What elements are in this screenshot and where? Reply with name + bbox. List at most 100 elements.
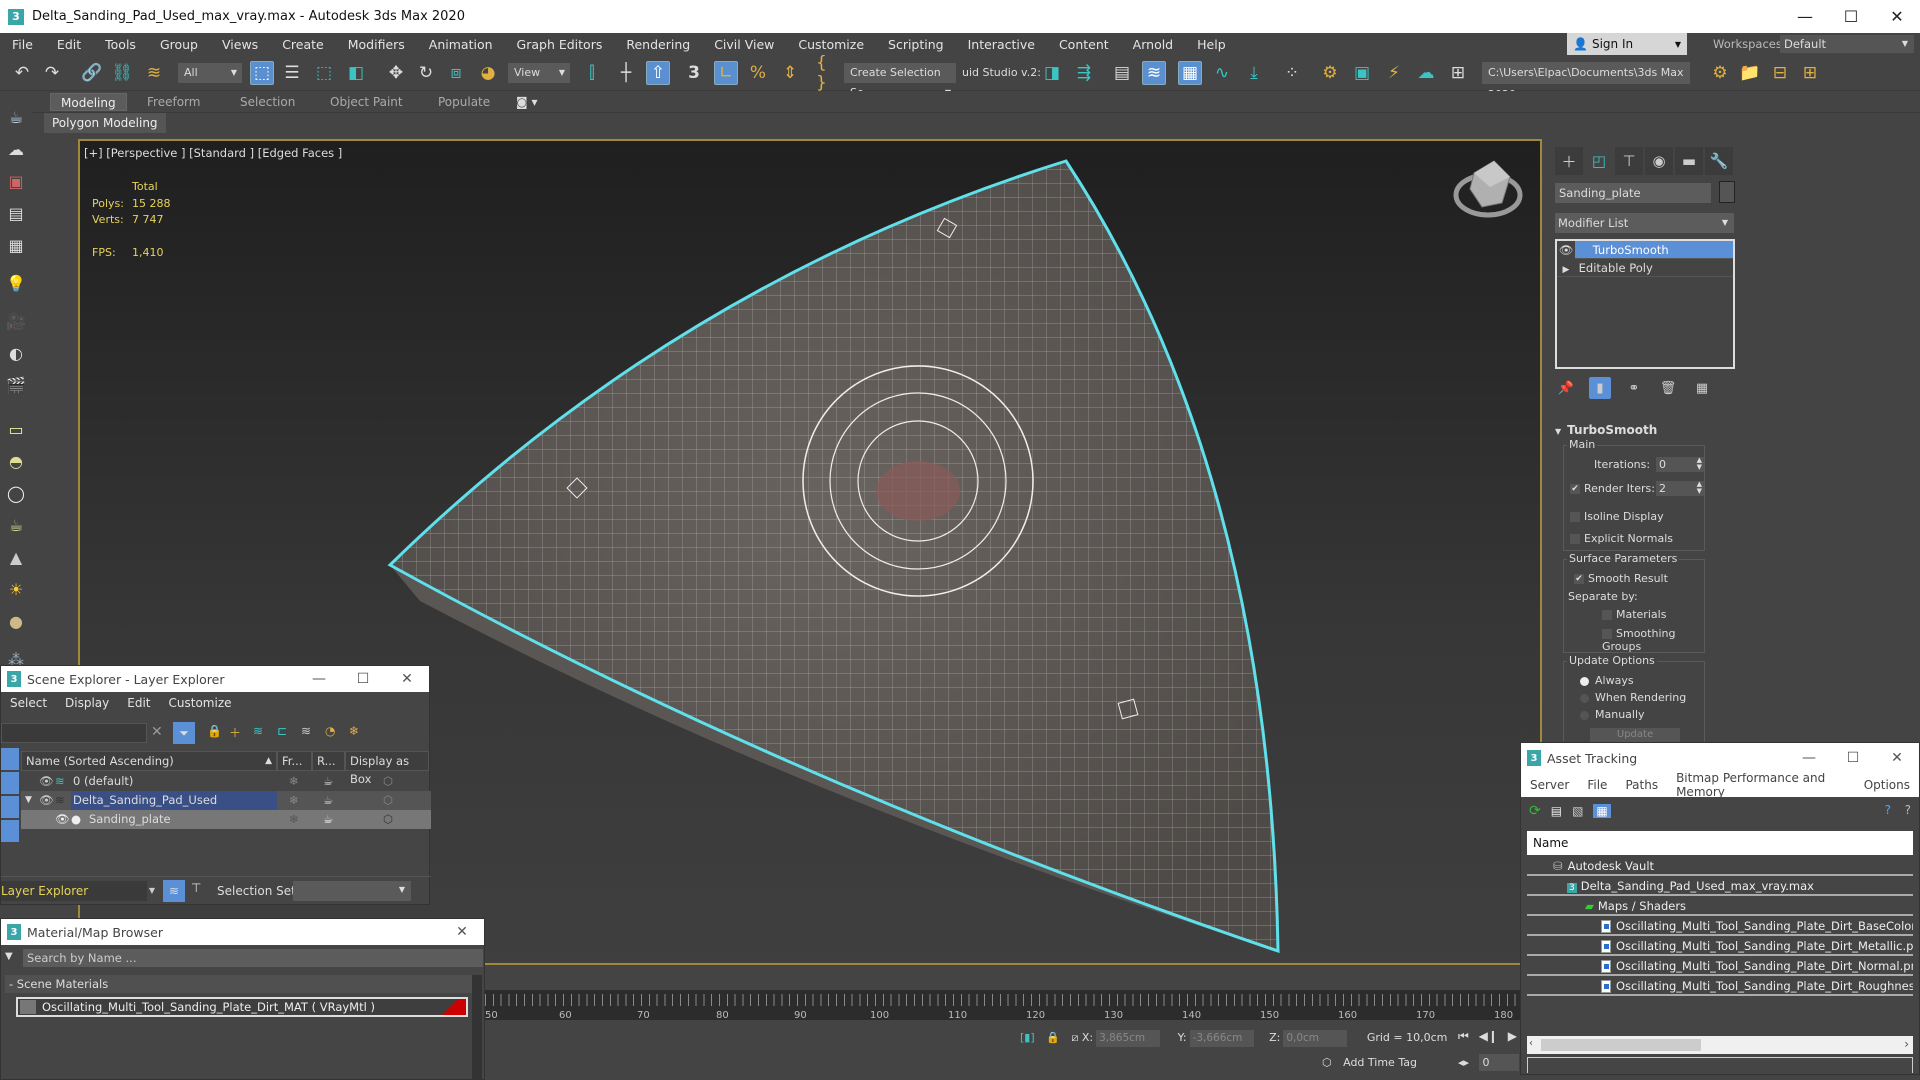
menu-edit[interactable]: Edit (45, 37, 93, 52)
box-icon[interactable]: ⬡ (383, 791, 393, 810)
renderable-teapot-icon[interactable]: ☕ (323, 810, 333, 829)
curve-editor-icon[interactable]: ∿ (1210, 61, 1234, 85)
y-coordinate-field[interactable]: -3,666cm (1189, 1030, 1254, 1047)
menu-customize[interactable]: Customize (786, 37, 876, 52)
undo-icon[interactable]: ↶ (10, 61, 34, 85)
display-shapes-icon[interactable] (1, 772, 19, 794)
align-icon[interactable]: ⇶ (1072, 61, 1096, 85)
close-button[interactable]: ✕ (440, 919, 484, 945)
select-manipulate-icon[interactable]: ┼ (614, 61, 638, 85)
rollout-header[interactable]: ▼ TurboSmooth (1555, 423, 1657, 437)
modifier-list-dropdown[interactable]: Modifier List ▼ (1555, 213, 1734, 233)
teapot-icon[interactable]: ☕ (4, 105, 28, 129)
asset-row[interactable]: ⛁ Autodesk Vault (1527, 857, 1913, 876)
add-to-layer-icon[interactable]: ≋ (253, 724, 263, 738)
project-tree-icon[interactable]: ⊞ (1798, 61, 1822, 85)
when-rendering-radio[interactable]: When Rendering (1580, 691, 1686, 704)
column-name[interactable]: Name (Sorted Ascending) ▲ (21, 751, 277, 771)
hierarchy-tab-icon[interactable]: ⊤ (1615, 147, 1643, 175)
scroll-left-icon[interactable]: ‹ (1529, 1038, 1533, 1049)
rendered-frame-window-icon[interactable]: ▣ (1350, 61, 1374, 85)
timeline[interactable]: 50 60 70 80 90 100 110 120 130 140 150 1… (485, 990, 1520, 1021)
motion-tab-icon[interactable]: ◉ (1645, 147, 1673, 175)
maximize-button[interactable]: ☐ (341, 666, 385, 692)
pivot-center-icon[interactable]: ⫿ (580, 61, 604, 85)
list-view-icon[interactable]: ▤ (1551, 804, 1562, 818)
layer-row[interactable]: 👁 ≋ 0 (default) ❄ ☕ ⬡ (21, 772, 431, 791)
close-button[interactable]: ✕ (1875, 743, 1919, 773)
ies-light-icon[interactable]: ▲ (4, 545, 28, 569)
menu-customize[interactable]: Customize (160, 696, 241, 710)
modifier-stack-item[interactable]: ▶ Editable Poly (1557, 259, 1733, 277)
scroll-right-icon[interactable]: › (1904, 1037, 1909, 1051)
move-icon[interactable]: ✥ (384, 61, 408, 85)
layer-row[interactable]: ▼ 👁 ≋ Delta_Sanding_Pad_Used ❄ ☕ ⬡ (21, 791, 431, 810)
asset-row[interactable]: Oscillating_Multi_Tool_Sanding_Plate_Dir… (1527, 977, 1913, 996)
menu-help[interactable]: Help (1185, 37, 1238, 52)
project-folder-icon[interactable]: 📁 (1738, 61, 1762, 85)
scene-explorer-titlebar[interactable]: 3 Scene Explorer - Layer Explorer — ☐ ✕ (1, 666, 429, 692)
menu-group[interactable]: Group (148, 37, 210, 52)
column-renderable[interactable]: R... (312, 751, 345, 771)
settings-panel-icon[interactable]: ▦ (4, 233, 28, 257)
make-unique-icon[interactable]: ⚭ (1623, 377, 1645, 399)
display-lights-icon[interactable] (1, 796, 19, 818)
menu-rendering[interactable]: Rendering (614, 37, 702, 52)
freeze-icon[interactable]: ❄ (289, 810, 299, 829)
maximize-button[interactable]: ☐ (1828, 0, 1874, 33)
project-settings-icon[interactable]: ⚙ (1708, 61, 1732, 85)
always-radio[interactable]: Always (1580, 674, 1634, 687)
sign-in-dropdown[interactable]: 👤 Sign In ▼ (1567, 33, 1687, 55)
iterations-spinner[interactable]: 0 ▲ ▼ (1656, 457, 1704, 472)
edit-named-selection-icon[interactable]: { } (816, 53, 840, 93)
menu-file[interactable]: File (1578, 778, 1616, 792)
explorer-search-input[interactable] (1, 723, 147, 743)
rotate-icon[interactable]: ↻ (414, 61, 438, 85)
hide-icon[interactable]: ◔ (325, 724, 335, 738)
play-icon[interactable]: ▶ (1508, 1029, 1517, 1043)
keyboard-shortcut-override-icon[interactable]: ⇧ (646, 61, 670, 85)
current-frame-field[interactable]: 0 (1478, 1054, 1519, 1071)
eye-icon[interactable]: 👁 (1557, 241, 1575, 259)
angle-snap-icon[interactable]: ∟ (714, 61, 738, 85)
menu-display[interactable]: Display (56, 696, 118, 710)
update-button[interactable]: Update (1590, 728, 1680, 742)
workspace-dropdown[interactable]: Default ▼ (1780, 35, 1914, 53)
rectangular-selection-icon[interactable]: ⬚ (312, 61, 336, 85)
asset-row[interactable]: Oscillating_Multi_Tool_Sanding_Plate_Dir… (1527, 917, 1913, 936)
bind-space-warp-icon[interactable]: ≋ (142, 61, 166, 85)
configure-modifier-sets-icon[interactable]: ▦ (1691, 377, 1713, 399)
ribbon-tab-modeling[interactable]: Modeling (50, 93, 127, 111)
dome-light-icon[interactable]: ◓ (4, 449, 28, 473)
render-cloud-icon[interactable]: ☁ (1414, 61, 1438, 85)
object-row[interactable]: 👁 ● Sanding_plate ❄ ☕ ⬡ (21, 810, 431, 829)
light-lister-icon[interactable]: 💡 (4, 271, 28, 295)
asset-row[interactable]: ▰ Maps / Shaders (1527, 897, 1913, 916)
ambient-light-icon[interactable]: ● (4, 609, 28, 633)
placement-icon[interactable]: ◕ (476, 61, 500, 85)
remove-modifier-icon[interactable]: 🗑 (1657, 377, 1679, 399)
window-crossing-icon[interactable]: ◧ (344, 61, 368, 85)
renderable-teapot-icon[interactable]: ☕ (323, 772, 333, 791)
menu-interactive[interactable]: Interactive (956, 37, 1047, 52)
eye-icon[interactable]: 👁 (39, 791, 54, 810)
object-color-swatch[interactable] (1719, 181, 1735, 203)
menu-animation[interactable]: Animation (417, 37, 505, 52)
show-end-result-icon[interactable]: ▮ (1589, 377, 1611, 399)
add-time-tag-button[interactable]: Add Time Tag (1343, 1056, 1417, 1069)
menu-tools[interactable]: Tools (93, 37, 148, 52)
column-name-header[interactable]: Name (1527, 831, 1913, 855)
horizontal-scrollbar[interactable]: ‹ › (1527, 1036, 1913, 1054)
render-setup-icon[interactable]: ⚙ (1318, 61, 1342, 85)
material-browser-scrollbar[interactable] (472, 975, 482, 1079)
project-structure-icon[interactable]: ⊟ (1768, 61, 1792, 85)
render-iters-checkbox[interactable]: ✔ Render Iters: (1570, 482, 1655, 495)
pin-stack-icon[interactable]: 📌 (1555, 377, 1577, 399)
menu-select[interactable]: Select (1, 696, 56, 710)
context-help-icon[interactable]: ? (1905, 803, 1911, 817)
column-display-as-box[interactable]: Display as Box (345, 751, 429, 786)
menu-arnold[interactable]: Arnold (1121, 37, 1185, 52)
x-coordinate-field[interactable]: 3,865cm (1096, 1030, 1161, 1047)
manually-radio[interactable]: Manually (1580, 708, 1645, 721)
cloud-icon[interactable]: ☁ (4, 137, 28, 161)
